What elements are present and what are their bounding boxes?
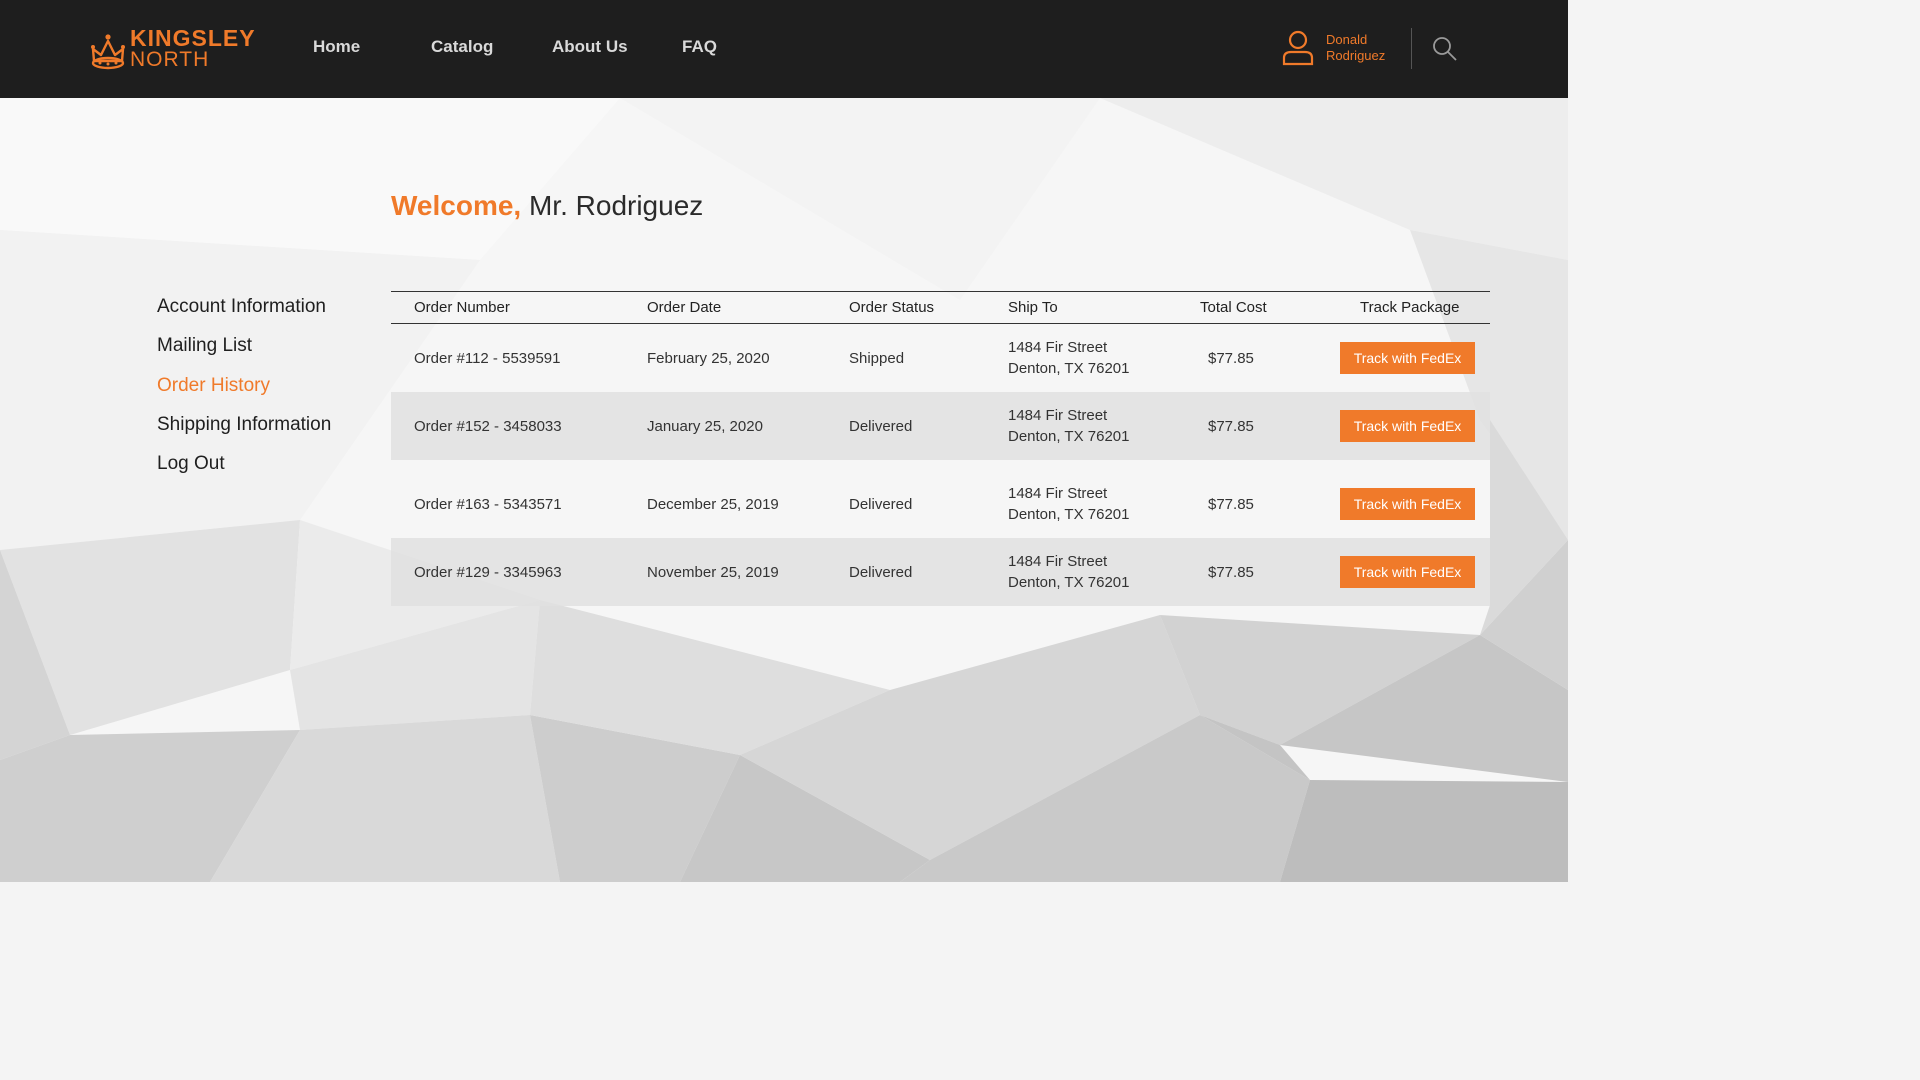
col-order-date: Order Date [647,299,722,316]
address-line2: Denton, TX 76201 [1008,506,1130,523]
address-line1: 1484 Fir Street [1008,553,1108,570]
order-date: December 25, 2019 [647,496,779,513]
order-total: $77.85 [1208,496,1254,513]
user-account[interactable]: Donald Rodriguez [1282,30,1385,66]
col-ship-to: Ship To [1008,299,1058,316]
sidebar-item-mailing-list[interactable]: Mailing List [157,332,331,360]
user-icon [1282,30,1314,66]
order-status: Delivered [849,496,913,513]
ship-to-address: 1484 Fir Street Denton, TX 76201 [1008,337,1129,379]
brand-name-line2: NORTH [130,48,210,71]
sidebar-item-shipping-information[interactable]: Shipping Information [157,411,331,439]
order-number: Order #112 - 5539591 [414,350,561,367]
top-navigation-bar: KINGSLEY NORTH Home Catalog About Us FAQ… [0,0,1568,98]
col-order-status: Order Status [849,299,935,316]
ship-to-address: 1484 Fir Street Denton, TX 76201 [1008,551,1129,593]
address-line1: 1484 Fir Street [1008,339,1108,356]
col-order-number: Order Number [414,299,510,316]
order-date: November 25, 2019 [647,564,779,581]
table-row: Order #163 - 5343571 December 25, 2019 D… [391,460,1490,538]
sidebar-item-order-history[interactable]: Order History [157,372,331,400]
order-number: Order #152 - 3458033 [414,418,562,435]
page-title: Welcome, Mr. Rodriguez [391,188,703,224]
account-sidebar: Account Information Mailing List Order H… [157,293,331,489]
search-button[interactable] [1432,36,1458,62]
order-status: Delivered [849,418,913,435]
order-history-table: Order Number Order Date Order Status Shi… [391,291,1490,606]
address-line1: 1484 Fir Street [1008,407,1108,424]
welcome-greeting: Welcome, [391,190,522,221]
table-row: Order #152 - 3458033 January 25, 2020 De… [391,392,1490,460]
table-row: Order #112 - 5539591 February 25, 2020 S… [391,324,1490,392]
sidebar-item-account-information[interactable]: Account Information [157,293,331,321]
track-fedex-button[interactable]: Track with FedEx [1340,342,1475,374]
address-line2: Denton, TX 76201 [1008,574,1130,591]
order-number: Order #163 - 5343571 [414,496,562,513]
order-date: February 25, 2020 [647,350,770,367]
search-icon [1433,37,1457,61]
crown-icon [91,34,125,70]
col-total-cost: Total Cost [1200,299,1267,316]
address-line2: Denton, TX 76201 [1008,360,1130,377]
track-fedex-button[interactable]: Track with FedEx [1340,488,1475,520]
address-line2: Denton, TX 76201 [1008,428,1130,445]
user-last-name: Rodriguez [1326,48,1386,63]
track-fedex-button[interactable]: Track with FedEx [1340,556,1475,588]
ship-to-address: 1484 Fir Street Denton, TX 76201 [1008,483,1129,525]
nav-catalog[interactable]: Catalog [431,36,493,58]
sidebar-item-log-out[interactable]: Log Out [157,450,331,478]
order-total: $77.85 [1208,564,1254,581]
brand-logo[interactable]: KINGSLEY NORTH [90,26,256,72]
header-divider [1411,28,1412,69]
nav-home[interactable]: Home [313,36,360,58]
welcome-name: Mr. Rodriguez [528,190,704,221]
table-row: Order #129 - 3345963 November 25, 2019 D… [391,538,1490,606]
order-date: January 25, 2020 [647,418,763,435]
track-fedex-button[interactable]: Track with FedEx [1340,410,1475,442]
col-track-package: Track Package [1360,299,1460,316]
order-status: Delivered [849,564,913,581]
table-header: Order Number Order Date Order Status Shi… [391,291,1490,324]
ship-to-address: 1484 Fir Street Denton, TX 76201 [1008,405,1129,447]
order-total: $77.85 [1208,418,1254,435]
nav-about-us[interactable]: About Us [552,36,628,58]
nav-faq[interactable]: FAQ [682,36,717,58]
address-line1: 1484 Fir Street [1008,485,1108,502]
order-status: Shipped [849,350,905,367]
user-first-name: Donald [1326,32,1368,47]
order-number: Order #129 - 3345963 [414,564,562,581]
brand-name-line1: KINGSLEY [130,25,256,51]
order-total: $77.85 [1208,350,1254,367]
